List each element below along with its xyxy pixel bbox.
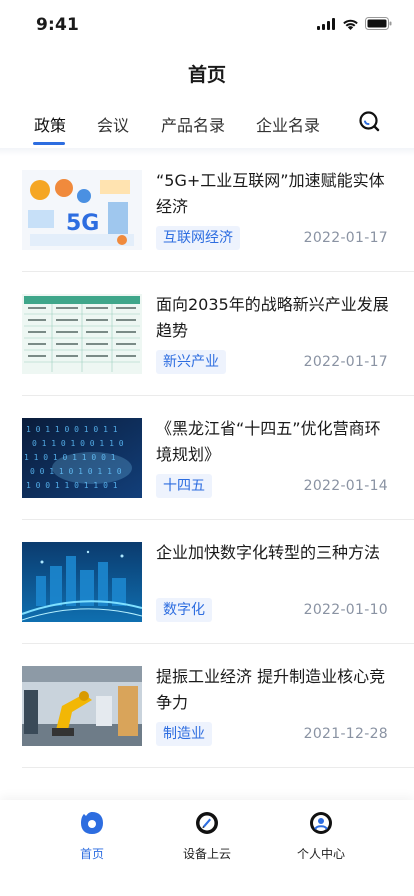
article-thumbnail — [22, 542, 142, 622]
article-title: 企业加快数字化转型的三种方法 — [156, 543, 381, 562]
wifi-icon — [343, 19, 358, 30]
cloud-device-icon — [196, 812, 218, 834]
article-date: 2021-12-28 — [303, 726, 388, 742]
search-icon — [359, 111, 380, 132]
bottom-nav-device-cloud[interactable]: 设备上云 — [152, 810, 262, 862]
bottom-nav-profile[interactable]: 个人中心 — [266, 810, 376, 862]
article-item[interactable]: 5G “5G+工业互联网”加速赋能实体经济 互联网经济 2022-01-17 — [0, 148, 414, 272]
article-item[interactable]: 企业加快数字化转型的三种方法 数字化 2022-01-10 — [0, 520, 414, 644]
digital-city-image — [22, 542, 142, 622]
bottom-nav-home[interactable]: 首页 — [37, 810, 147, 862]
profile-icon — [310, 812, 332, 834]
article-thumbnail — [22, 666, 142, 746]
bottom-nav-label: 个人中心 — [296, 847, 345, 861]
article-tag[interactable]: 数字化 — [156, 598, 212, 622]
binary-code-image: 1 0 1 1 0 0 1 0 1 1 0 1 1 0 1 0 0 1 1 0 … — [22, 418, 142, 498]
tab-meetings[interactable]: 会议 — [97, 112, 129, 136]
5g-infographic-image: 5G — [22, 170, 142, 250]
article-date: 2022-01-17 — [303, 230, 388, 246]
status-bar: 9:41 — [0, 0, 414, 50]
article-title: “5G+工业互联网”加速赋能实体经济 — [156, 171, 385, 216]
battery-icon — [365, 17, 392, 30]
list-divider — [22, 767, 414, 768]
strategy-table-image — [22, 294, 142, 374]
article-title: 面向2035年的战略新兴产业发展趋势 — [156, 295, 389, 340]
home-icon — [81, 812, 103, 834]
tab-company-directory[interactable]: 企业名录 — [256, 112, 320, 136]
svg-text:1 0 1 1 0 0 1 0 1 1: 1 0 1 1 0 0 1 0 1 1 — [26, 425, 118, 434]
search-button[interactable] — [358, 110, 380, 136]
status-time: 9:41 — [36, 15, 80, 35]
article-date: 2022-01-14 — [303, 478, 388, 494]
cellular-signal-icon — [317, 17, 335, 30]
bottom-navigation: 首页 设备上云 个人中心 — [0, 800, 414, 896]
svg-text:0 1 1 0 1 0 0 1 1 0: 0 1 1 0 1 0 0 1 1 0 — [32, 439, 124, 448]
status-icons — [317, 17, 392, 30]
article-item[interactable]: 提振工业经济 提升制造业核心竞争力 制造业 2021-12-28 — [0, 644, 414, 768]
article-tag[interactable]: 制造业 — [156, 722, 212, 746]
article-thumbnail: 5G — [22, 170, 142, 250]
article-tag[interactable]: 新兴产业 — [156, 350, 226, 374]
tab-policy[interactable]: 政策 — [34, 112, 66, 136]
article-tag[interactable]: 十四五 — [156, 474, 212, 498]
article-title: 提振工业经济 提升制造业核心竞争力 — [156, 667, 386, 712]
article-tag[interactable]: 互联网经济 — [156, 226, 240, 250]
tab-product-directory[interactable]: 产品名录 — [161, 112, 225, 136]
robot-arm-image — [22, 666, 142, 746]
bottom-nav-label: 首页 — [79, 847, 104, 861]
category-tabs: 政策 会议 产品名录 企业名录 — [0, 108, 414, 148]
article-thumbnail — [22, 294, 142, 374]
svg-text:5G: 5G — [66, 211, 99, 236]
page-title: 首页 — [187, 64, 226, 86]
article-date: 2022-01-17 — [303, 354, 388, 370]
article-item[interactable]: 面向2035年的战略新兴产业发展趋势 新兴产业 2022-01-17 — [0, 272, 414, 396]
article-date: 2022-01-10 — [303, 602, 388, 618]
article-thumbnail: 1 0 1 1 0 0 1 0 1 1 0 1 1 0 1 0 0 1 1 0 … — [22, 418, 142, 498]
active-tab-indicator — [33, 142, 65, 145]
article-title: 《黑龙江省“十四五”优化营商环境规划》 — [156, 419, 381, 464]
article-item[interactable]: 1 0 1 1 0 0 1 0 1 1 0 1 1 0 1 0 0 1 1 0 … — [0, 396, 414, 520]
bottom-nav-label: 设备上云 — [182, 847, 231, 861]
